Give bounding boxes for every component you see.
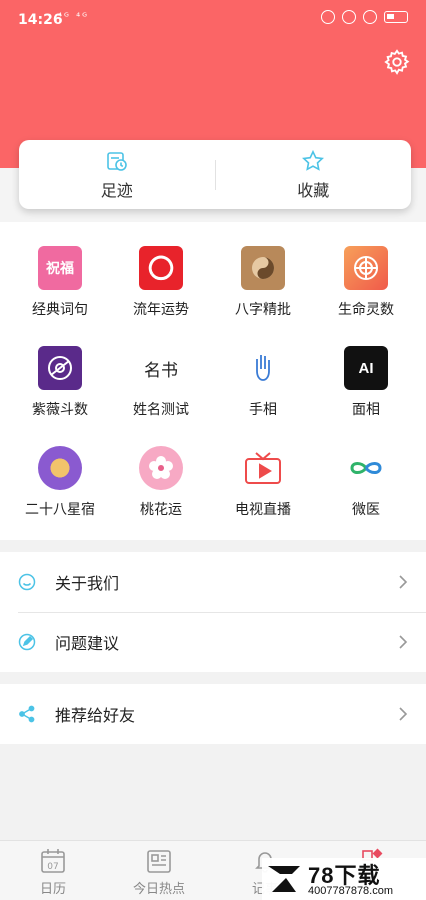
calendar-icon: 07 bbox=[41, 849, 65, 873]
chevron-right-icon bbox=[399, 707, 408, 721]
tv-icon bbox=[241, 446, 285, 490]
footprint-button[interactable]: 足迹 bbox=[19, 140, 215, 209]
watermark: 78下载 4007787878.com bbox=[262, 858, 426, 900]
star-icon bbox=[302, 149, 325, 171]
smile-icon bbox=[18, 573, 36, 591]
status-right-icons bbox=[321, 10, 408, 24]
favorites-button[interactable]: 收藏 bbox=[216, 140, 412, 209]
palm-icon bbox=[241, 346, 285, 390]
share-icon bbox=[19, 705, 35, 723]
about-us-label: 关于我们 bbox=[55, 574, 120, 593]
tool-label: 面相 bbox=[352, 402, 380, 418]
tool-tv-live[interactable]: 电视直播 bbox=[210, 422, 316, 522]
pen-icon bbox=[18, 633, 36, 651]
tool-classic-quotes[interactable]: 祝福 经典词句 bbox=[7, 222, 113, 322]
tool-label: 手相 bbox=[249, 402, 277, 418]
lock-icon bbox=[363, 10, 377, 24]
footprint-label: 足迹 bbox=[100, 180, 133, 200]
menu-group-about: 关于我们 问题建议 bbox=[0, 552, 426, 672]
tool-label: 生命灵数 bbox=[338, 302, 394, 318]
tool-yearly-fortune[interactable]: 流年运势 bbox=[108, 222, 214, 322]
share-row[interactable]: 推荐给好友 bbox=[0, 684, 426, 744]
tab-hot-news[interactable]: 今日热点 bbox=[106, 841, 212, 900]
feedback-row[interactable]: 问题建议 bbox=[0, 612, 426, 672]
tool-peach-luck[interactable]: 桃花运 bbox=[108, 422, 214, 522]
tool-label: 电视直播 bbox=[235, 502, 291, 518]
tab-calendar[interactable]: 07 日历 bbox=[0, 841, 106, 900]
name-book-icon: 名书 bbox=[139, 346, 183, 390]
fortune-swirl-icon bbox=[139, 246, 183, 290]
watermark-url: 4007787878.com bbox=[308, 885, 394, 897]
status-time: 14:26 bbox=[18, 12, 63, 28]
about-us-row[interactable]: 关于我们 bbox=[0, 552, 426, 612]
chevron-right-icon bbox=[399, 635, 408, 649]
tool-palm[interactable]: 手相 bbox=[210, 322, 316, 422]
battery-icon bbox=[384, 11, 408, 23]
tool-28-mansions[interactable]: 二十八星宿 bbox=[7, 422, 113, 522]
infinity-icon bbox=[344, 446, 388, 490]
tool-label: 二十八星宿 bbox=[25, 502, 95, 518]
blessing-icon: 祝福 bbox=[38, 246, 82, 290]
mansions-wheel-icon bbox=[38, 446, 82, 490]
status-bar: 14:26 ⁴ᴳ ⁴ᴳ bbox=[0, 0, 426, 42]
ziwei-icon bbox=[38, 346, 82, 390]
svg-text:07: 07 bbox=[47, 862, 58, 872]
tool-label: 经典词句 bbox=[32, 302, 88, 318]
tool-label: 微医 bbox=[352, 502, 380, 518]
watermark-logo-icon bbox=[268, 866, 300, 892]
tool-bazi[interactable]: 八字精批 bbox=[210, 222, 316, 322]
vibrate-icon bbox=[321, 10, 335, 24]
favorites-label: 收藏 bbox=[297, 180, 330, 200]
news-icon bbox=[147, 850, 171, 873]
quick-access-card: 足迹 收藏 bbox=[19, 140, 411, 209]
yinyang-icon bbox=[241, 246, 285, 290]
chevron-right-icon bbox=[399, 575, 408, 589]
tool-label: 流年运势 bbox=[133, 302, 189, 318]
share-label: 推荐给好友 bbox=[55, 706, 136, 725]
flower-icon bbox=[139, 446, 183, 490]
tab-label: 今日热点 bbox=[132, 882, 185, 897]
tool-label: 紫薇斗数 bbox=[32, 402, 88, 418]
tool-wei-doctor[interactable]: 微医 bbox=[313, 422, 419, 522]
tool-label: 姓名测试 bbox=[133, 402, 189, 418]
tool-name-test[interactable]: 名书 姓名测试 bbox=[108, 322, 214, 422]
tool-label: 桃花运 bbox=[140, 502, 182, 518]
gear-icon[interactable] bbox=[383, 48, 411, 76]
feedback-label: 问题建议 bbox=[55, 634, 120, 653]
menu-group-share: 推荐给好友 bbox=[0, 684, 426, 744]
ai-face-icon: AI bbox=[344, 346, 388, 390]
tool-life-number[interactable]: 生命灵数 bbox=[313, 222, 419, 322]
tool-label: 八字精批 bbox=[235, 302, 291, 318]
tool-face[interactable]: AI 面相 bbox=[313, 322, 419, 422]
tool-ziwei[interactable]: 紫薇斗数 bbox=[7, 322, 113, 422]
spiral-icon bbox=[344, 246, 388, 290]
tools-grid: 祝福 经典词句 流年运势 八字精批 生命灵数 紫薇斗数 名书 姓名测试 手相 A… bbox=[0, 222, 426, 540]
tab-label: 日历 bbox=[39, 882, 66, 897]
signal-icons: ⁴ᴳ ⁴ᴳ bbox=[58, 12, 89, 23]
moon-icon bbox=[342, 10, 356, 24]
footprint-calendar-icon bbox=[106, 151, 127, 171]
